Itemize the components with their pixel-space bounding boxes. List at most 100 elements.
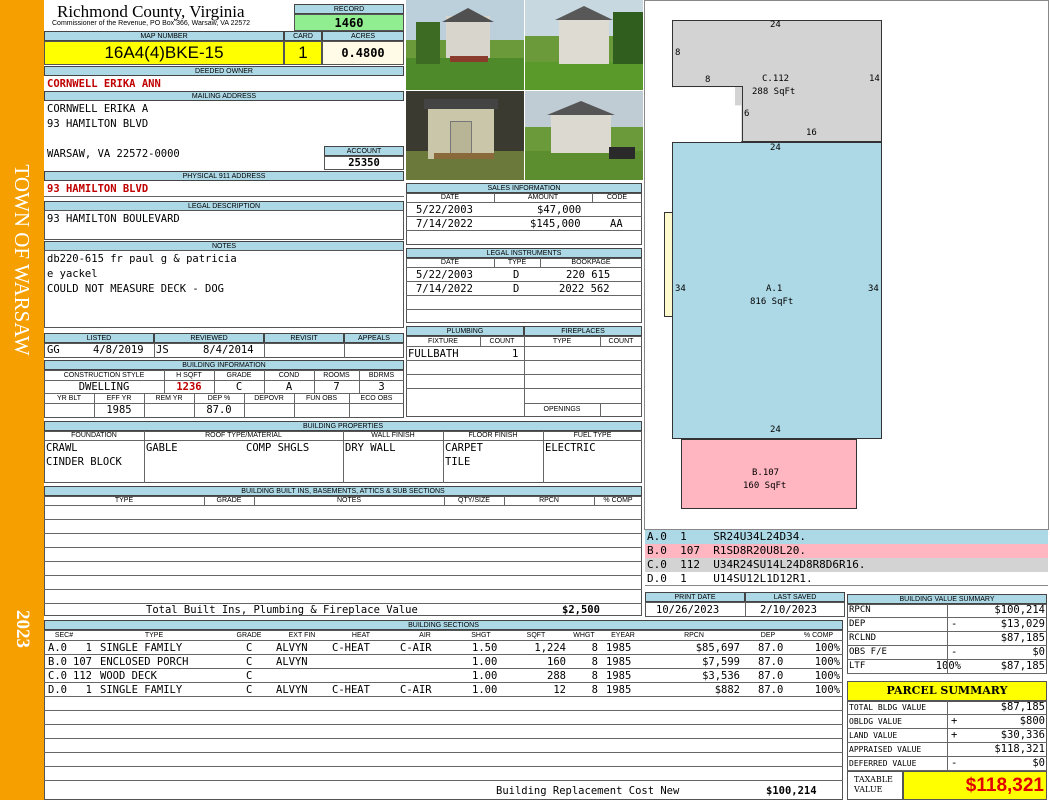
sec-4-heat: C-HEAT — [332, 684, 370, 696]
bi-effyr: 1985 — [106, 404, 132, 416]
sec-2-rpcn: $7,599 — [702, 656, 740, 668]
sec-h-eyear: EYEAR — [611, 632, 635, 639]
listed-date: 4/8/2019 — [93, 344, 144, 356]
bvs-dep-sign: - — [951, 618, 958, 630]
property-photo-1 — [406, 0, 524, 90]
bi-hsqft: 1236 — [176, 381, 202, 393]
sec-3-sqft: 288 — [547, 670, 566, 682]
reviewed-label: REVIEWED — [154, 333, 264, 343]
bi-h-yrblt: YR BLT — [57, 395, 81, 402]
props-h-fuel: FUEL TYPE — [573, 432, 612, 439]
props-h-roof: ROOF TYPE/MATERIAL — [205, 432, 282, 439]
dim-a-top: 24 — [770, 143, 781, 153]
property-photo-4 — [525, 91, 643, 180]
bi-grade: C — [235, 381, 243, 393]
sales-label: SALES INFORMATION — [406, 183, 642, 193]
map-number: 16A4(4)BKE-15 — [44, 41, 284, 65]
foundation-1: CRAWL — [46, 442, 78, 454]
sketch-legend-d: D.0 1 U14SU12L1D12R1. — [645, 572, 1048, 586]
bi-h-comp: % COMP — [603, 497, 633, 504]
sketch-legend-c: C.0 112 U34R24SU14L24D8R8D6R16. — [645, 558, 1048, 572]
sec-4-grade: C — [246, 684, 253, 696]
print-date-label: PRINT DATE — [645, 592, 745, 602]
sec-4-air: C-AIR — [400, 684, 432, 696]
mail-line-1: CORNWELL ERIKA A — [47, 103, 149, 115]
inst-row-2-type: D — [513, 283, 520, 295]
sec-2-eyear: 1985 — [606, 656, 632, 668]
property-photo-2 — [525, 0, 643, 90]
replacement-cost: $100,214 — [766, 785, 817, 797]
sales-row-1-date: 5/22/2003 — [416, 204, 473, 216]
physical-address-label: PHYSICAL 911 ADDRESS — [44, 171, 404, 181]
taxable-label-2: VALUE — [854, 785, 883, 794]
sec-1-air: C-AIR — [400, 642, 432, 654]
bi-h-remyr: REM YR — [155, 395, 183, 402]
sec-3-sec: C.0 — [48, 670, 67, 682]
sales-row-1-amount: $47,000 — [537, 204, 582, 216]
note-line-3: COULD NOT MEASURE DECK - DOG — [47, 283, 225, 295]
bi-h-dep: DEP % — [207, 395, 231, 402]
wall-finish: DRY WALL — [345, 442, 396, 454]
parcel-deferred-sign: - — [951, 757, 958, 769]
sec-2-type: ENCLOSED PORCH — [100, 656, 189, 668]
sec-3-eyear: 1985 — [606, 670, 632, 682]
sec-h-rpcn: RPCN — [684, 632, 704, 639]
plumbing-count: 1 — [512, 348, 519, 360]
dim-c-right: 14 — [869, 74, 880, 84]
sketch-a-area: 816 SqFt — [750, 297, 794, 307]
sketch-b-name: B.107 — [752, 468, 780, 478]
bvs-ltf: $87,185 — [1000, 660, 1045, 672]
listed-label: LISTED — [44, 333, 154, 343]
sec-h-shgt: SHGT — [471, 632, 491, 639]
parcel-appraised-label: APPRAISED VALUE — [849, 745, 922, 754]
sec-1-heat: C-HEAT — [332, 642, 370, 654]
print-date: 10/26/2023 — [656, 604, 720, 616]
sketch-c-area: 288 SqFt — [752, 87, 796, 97]
bi-h-depovr: DEPOVR — [254, 395, 284, 402]
sec-2-ext: ALVYN — [276, 656, 308, 668]
year-label: 2023 — [12, 610, 33, 648]
dim-a-right: 34 — [868, 284, 879, 294]
inst-row-2-date: 7/14/2022 — [416, 283, 473, 295]
props-h-foundation: FOUNDATION — [71, 432, 117, 439]
plumbing-fixture: FULLBATH — [408, 348, 459, 360]
bvs-obs-sign: - — [951, 646, 958, 658]
inst-h-bookpage: BOOKPAGE — [571, 259, 611, 266]
bvs-rclnd-label: RCLND — [849, 633, 877, 643]
sec-2-grade: C — [246, 656, 253, 668]
bi-h-bdrms: BDRMS — [368, 372, 395, 379]
bi-h-type: TYPE — [114, 497, 134, 504]
bvs-ltf-label: LTF — [849, 661, 866, 671]
plumbing-h-fixture: FIXTURE — [428, 338, 458, 345]
props-h-floor: FLOOR FINISH — [468, 432, 518, 439]
dim-c-left: 8 — [675, 48, 681, 58]
sec-h-sec: SEC# — [54, 632, 74, 639]
sales-row-2-date: 7/14/2022 — [416, 218, 473, 230]
sec-h-type: TYPE — [144, 632, 164, 639]
roof-material: COMP SHGLS — [246, 442, 310, 454]
appeals-label: APPEALS — [344, 333, 404, 343]
floor-finish-1: CARPET — [445, 442, 483, 454]
map-number-label: MAP NUMBER — [44, 31, 284, 41]
sec-2-dep: 87.0 — [758, 656, 784, 668]
county-address: Commissioner of the Revenue, PO Box 366,… — [52, 20, 251, 27]
sec-h-heat: HEAT — [351, 632, 371, 639]
parcel-land-label: LAND VALUE — [849, 731, 898, 740]
sec-4-whgt: 8 — [591, 684, 598, 696]
sec-1-sec: A.0 — [48, 642, 67, 654]
parcel-deferred: $0 — [1032, 757, 1045, 769]
record-label: RECORD — [294, 4, 404, 14]
parcel-deferred-label: DEFERRED VALUE — [849, 759, 917, 768]
sec-2-sqft: 160 — [547, 656, 566, 668]
openings-label: OPENINGS — [543, 406, 581, 413]
sales-h-amount: AMOUNT — [527, 194, 559, 201]
sec-h-air: AIR — [419, 632, 431, 639]
listed-by: GG — [47, 344, 60, 356]
plumbing-h-count: COUNT — [489, 338, 515, 345]
sec-1-comp: 100% — [814, 642, 840, 654]
sec-4-rpcn: $882 — [714, 684, 740, 696]
fireplace-h-type: TYPE — [552, 338, 572, 345]
sec-2-shgt: 1.00 — [472, 656, 498, 668]
sidebar: TOWN OF WARSAW 2023 — [0, 0, 44, 800]
bi-h-grade2: GRADE — [216, 497, 242, 504]
